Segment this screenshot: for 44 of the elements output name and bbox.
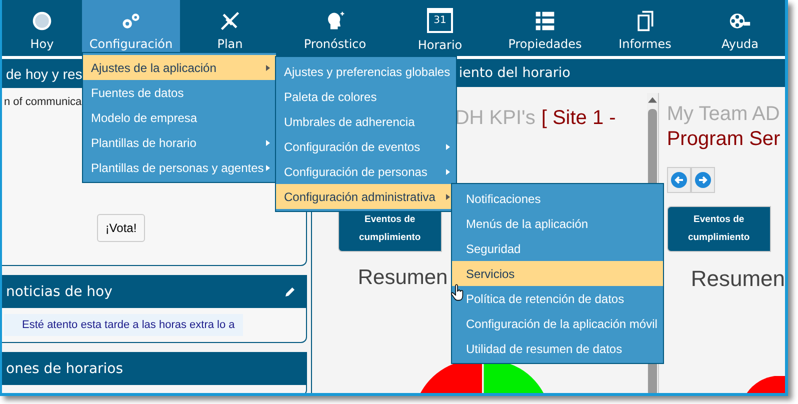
gauge-chart-drawing — [745, 376, 785, 393]
list-icon — [534, 10, 556, 32]
nav-tab[interactable]: Plan — [180, 0, 280, 56]
scroll-up-icon[interactable] — [648, 97, 657, 103]
menu-item[interactable]: Seguridad — [452, 236, 663, 261]
menu-item[interactable]: Fuentes de datos — [83, 80, 276, 105]
pencil-icon[interactable] — [284, 286, 296, 298]
previous-button[interactable] — [666, 167, 691, 193]
menu-item[interactable]: Plantillas de personas y agentes — [83, 155, 276, 180]
nav-tab[interactable]: Ayuda — [690, 0, 785, 56]
nav-tab[interactable]: Pronóstico — [280, 0, 390, 56]
survey-question: n of communica — [4, 96, 82, 108]
summary-heading: Resumen — [358, 266, 448, 290]
sun-icon — [31, 10, 53, 32]
menu-item[interactable]: Ajustes de la aplicación — [83, 55, 276, 80]
menu-item[interactable]: Umbrales de adherencia — [276, 109, 456, 134]
menu-item[interactable]: Servicios — [452, 261, 663, 286]
kpi-title: My Team AD — [666, 103, 781, 126]
program-label: Program Ser — [666, 128, 782, 151]
nav-tab[interactable]: 31 Horario — [390, 0, 490, 56]
calendar-icon: 31 — [427, 8, 453, 33]
menu-item[interactable]: Paleta de colores — [276, 84, 456, 109]
menu-item[interactable]: Configuración de personas — [276, 159, 456, 184]
nav-tab[interactable]: Hoy — [2, 0, 82, 56]
news-message: Esté atento esta tarde a las horas extra lo a — [4, 314, 243, 336]
menu-item[interactable]: Utilidad de resumen de datos — [452, 336, 663, 361]
menu-item[interactable]: Ajustes y preferencias globales — [276, 59, 456, 84]
nav-tab[interactable]: Informes — [600, 0, 690, 56]
menu-item[interactable]: Configuración de eventos — [276, 134, 456, 159]
menu-item[interactable]: Plantillas de horario — [83, 130, 276, 155]
panel-title: noticias de hoy — [6, 284, 112, 300]
events-tab[interactable]: Eventos de cumplimiento — [666, 206, 771, 252]
panel-title: iento del horario — [458, 65, 570, 81]
vote-button[interactable]: ¡Vota! — [97, 214, 145, 242]
menu-item[interactable]: Modelo de empresa — [83, 105, 276, 130]
panel-title: ones de horarios — [6, 361, 124, 377]
hand-cursor-icon — [451, 284, 464, 301]
summary-heading: Resumen — [690, 266, 785, 292]
next-button[interactable] — [690, 167, 715, 193]
site-label: [ Site 1 - — [541, 107, 616, 130]
panel-title: de hoy y res — [6, 66, 82, 82]
menu-item[interactable]: Configuración de la aplicación móvil — [452, 311, 663, 336]
nav-tab[interactable]: Propiedades — [490, 0, 600, 56]
menu-item[interactable]: Menús de la aplicación — [452, 211, 663, 236]
